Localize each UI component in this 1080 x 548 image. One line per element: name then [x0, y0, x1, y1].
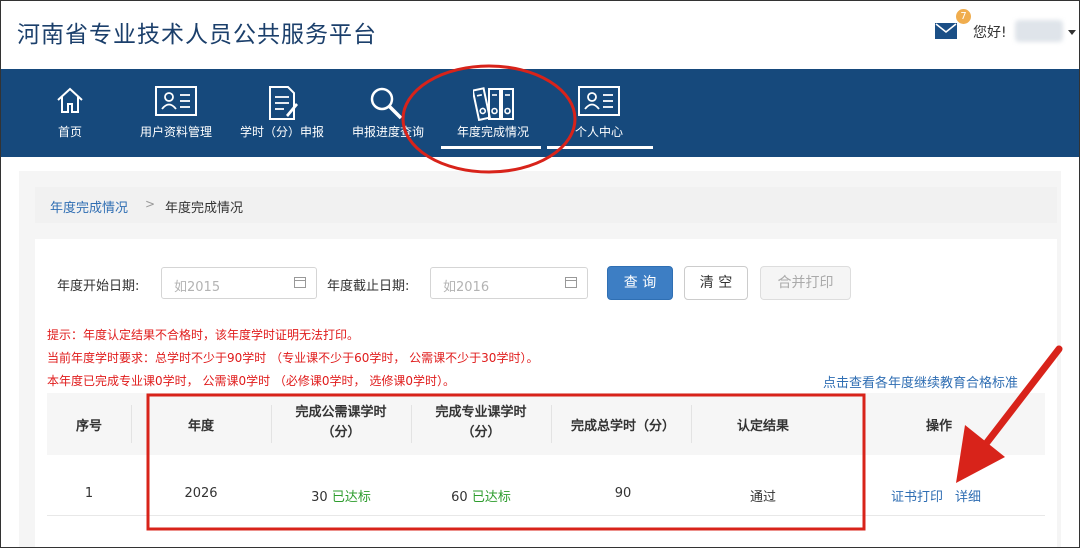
username-redacted[interactable] [1015, 20, 1063, 42]
nav-label: 用户资料管理 [139, 125, 212, 139]
greeting-text: 您好! [973, 25, 1007, 41]
cell-public-hours: 30 已达标 [271, 486, 411, 505]
professional-status: 已达标 [471, 490, 511, 505]
professional-hours-value: 60 [451, 490, 468, 505]
nav-label: 首页 [57, 125, 82, 139]
col-header-index: 序号 [75, 419, 102, 434]
standards-link[interactable]: 点击查看各年度继续教育合格标准 [823, 372, 1018, 391]
site-title: 河南省专业技术人员公共服务平台 [17, 22, 377, 48]
start-date-placeholder: 如2015 [174, 280, 221, 295]
nav-label: 个人中心 [574, 125, 623, 139]
public-hours-value: 30 [311, 490, 328, 505]
nav-item-profile-management[interactable]: 用户资料管理 [133, 69, 219, 157]
mail-icon[interactable] [935, 23, 957, 39]
search-icon [370, 87, 403, 120]
public-status: 已达标 [331, 490, 371, 505]
nav-label: 学时（分）申报 [239, 125, 324, 139]
cell-year: 2026 [184, 486, 218, 501]
cell-result: 通过 [749, 490, 776, 505]
id-card-icon [155, 86, 197, 116]
col-header-year: 年度 [187, 419, 214, 434]
col-header-public-hours: 完成公需课学时（分） [295, 405, 387, 440]
nav-item-home[interactable]: 首页 [41, 69, 99, 157]
chevron-down-icon[interactable] [1068, 30, 1076, 35]
calendar-icon[interactable] [565, 277, 577, 288]
home-icon [57, 87, 83, 113]
notice-line: 提示：年度认定结果不合格时，该年度学时证明无法打印。 [47, 328, 360, 342]
document-icon [269, 86, 298, 120]
start-date-input[interactable]: 如2015 [161, 267, 317, 299]
notice-line: 本年度已完成专业课0学时， 公需课0学时 （必修课0学时， 选修课0学时）。 [47, 374, 455, 388]
nav-item-annual-completion[interactable]: 年度完成情况 [447, 69, 539, 157]
calendar-icon[interactable] [294, 277, 306, 288]
certificate-print-link[interactable]: 证书打印 [891, 486, 943, 505]
breadcrumb-parent-link[interactable]: 年度完成情况 [50, 197, 128, 216]
cell-index: 1 [84, 486, 94, 501]
column-divider [271, 405, 272, 443]
col-header-professional-hours: 完成专业课学时（分） [435, 405, 527, 440]
breadcrumb-separator: > [145, 197, 156, 211]
nav-label: 年度完成情况 [456, 125, 529, 139]
cell-total-hours: 90 [614, 486, 632, 501]
clear-button[interactable]: 清 空 [684, 266, 748, 300]
nav-label: 申报进度查询 [351, 125, 424, 139]
end-date-input[interactable]: 如2016 [430, 267, 588, 299]
column-divider [411, 405, 412, 443]
merge-print-button[interactable]: 合并打印 [760, 266, 851, 300]
cell-professional-hours: 60 已达标 [411, 486, 551, 505]
table-header: 序号 年度 完成公需课学时（分） 完成专业课学时（分） 完成总学时（分） 认定结… [47, 393, 1045, 455]
end-date-placeholder: 如2016 [443, 280, 490, 295]
main-nav: 首页 用户资料管理 学时（分）申报 申报进度查询 年度完成情况 个人中心 [1, 69, 1079, 157]
breadcrumb: 年度完成情况 > 年度完成情况 [35, 187, 1057, 223]
active-tab-indicator [441, 146, 541, 149]
row-divider [47, 515, 1045, 516]
col-header-result: 认定结果 [736, 419, 789, 434]
binders-icon [473, 87, 514, 121]
nav-item-progress-query[interactable]: 申报进度查询 [346, 69, 430, 157]
detail-link[interactable]: 详细 [955, 486, 981, 505]
nav-item-hours-declaration[interactable]: 学时（分）申报 [233, 69, 331, 157]
profile-card-icon [578, 86, 620, 116]
tab-underline [547, 146, 653, 149]
col-header-actions: 操作 [925, 419, 952, 434]
app-window: 河南省专业技术人员公共服务平台 7 您好! 首页 用户资料管理 学时（分）申报 … [0, 0, 1080, 548]
query-button[interactable]: 查 询 [607, 266, 673, 300]
notice-line: 当前年度学时要求：总学时不少于90学时 （专业课不少于60学时， 公需课不少于3… [47, 351, 539, 365]
notification-badge: 7 [956, 9, 971, 24]
breadcrumb-current: 年度完成情况 [165, 201, 244, 216]
end-date-label: 年度截止日期: [327, 279, 410, 294]
nav-item-personal-center[interactable]: 个人中心 [561, 69, 637, 157]
col-header-total-hours: 完成总学时（分） [570, 419, 675, 434]
start-date-label: 年度开始日期: [57, 279, 140, 294]
top-header: 河南省专业技术人员公共服务平台 7 您好! [1, 1, 1079, 69]
